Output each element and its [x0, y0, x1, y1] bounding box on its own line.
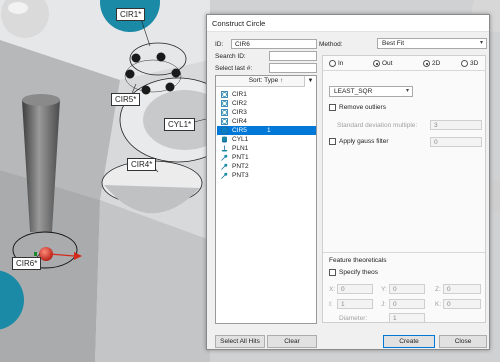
feature-list-item-label: PNT3 [232, 172, 249, 179]
j-field[interactable] [389, 299, 425, 309]
specify-theos-label: Specify theos [339, 269, 379, 276]
feature-list-item-label: PLN1 [232, 145, 249, 152]
id-field[interactable] [231, 39, 317, 49]
remove-outliers-checkbox[interactable] [329, 104, 336, 111]
label-cyl1[interactable]: CYL1* [164, 118, 196, 131]
sort-header[interactable]: Sort: Type ↑ [216, 76, 316, 87]
specify-theos-checkbox[interactable] [329, 269, 336, 276]
feature-list-item-label: CIR2 [232, 100, 247, 107]
feature-list-item[interactable]: PNT2 [217, 162, 316, 171]
label-cir5[interactable]: CIR5* [111, 93, 141, 106]
feature-list-item-label: CIR4 [232, 118, 247, 125]
method-settings-panel: In Out 2D 3D LEAST_SQR ▾ Remove outliers… [322, 55, 486, 323]
label-cir6[interactable]: CIR6* [12, 257, 42, 270]
gauss-filter-checkbox[interactable] [329, 138, 336, 145]
dialog-title: Construct Circle [212, 19, 266, 28]
chevron-down-icon: ▾ [479, 40, 483, 46]
y-label: Y: [381, 286, 387, 293]
dialog-title-bar[interactable]: Construct Circle [207, 15, 489, 32]
label-cir4[interactable]: CIR4* [127, 158, 157, 171]
gauss-filter-field[interactable] [430, 137, 482, 147]
algorithm-select[interactable]: LEAST_SQR ▾ [329, 86, 413, 97]
feature-list-item-label: PNT2 [232, 163, 249, 170]
x-field[interactable] [337, 284, 373, 294]
feature-list-item-label: CIR3 [232, 109, 247, 116]
feature-list-item[interactable]: CIR5 1 [217, 126, 316, 135]
select-last-label: Select last #: [215, 65, 253, 72]
feature-hit-count: 1 [267, 127, 271, 134]
feature-list-item[interactable]: PNT1 [217, 153, 316, 162]
x-label: X: [329, 286, 336, 293]
radio-out-label: Out [382, 60, 393, 67]
std-dev-field[interactable] [430, 120, 482, 130]
circle-feature-icon [221, 100, 228, 107]
id-label: ID: [215, 41, 224, 48]
i-label: I: [329, 301, 333, 308]
remove-outliers-label: Remove outliers [339, 104, 386, 111]
feature-list-item-label: PNT1 [232, 154, 249, 161]
feature-list-item[interactable]: CIR2 [217, 99, 316, 108]
i-field[interactable] [337, 299, 373, 309]
k-label: K: [435, 301, 442, 308]
feature-theoreticals-label: Feature theoreticals [329, 257, 387, 264]
radio-in-label: In [338, 60, 344, 67]
construct-circle-dialog: Construct Circle ID: Search ID: Select l… [206, 14, 490, 350]
radio-2d[interactable] [423, 60, 430, 67]
std-dev-label: Standard deviation multiple: [337, 122, 418, 129]
z-label: Z: [435, 286, 441, 293]
feature-list-item-label: CIR5 [232, 127, 247, 134]
feature-list-item[interactable]: CIR4 [217, 117, 316, 126]
feature-list-item[interactable]: CIR3 [217, 108, 316, 117]
point-feature-icon [221, 163, 228, 170]
method-value: Best Fit [382, 40, 405, 47]
circle-feature-icon [221, 91, 228, 98]
radio-out[interactable] [373, 60, 380, 67]
feature-list-item[interactable]: CIR1 [217, 90, 316, 99]
select-all-hits-button[interactable]: Select All Hits [215, 335, 265, 348]
feature-list[interactable]: Sort: Type ↑ ▼ CIR1 CIR2 CIR3 CIR4 CIR5 1 CYL1… [215, 75, 317, 324]
gauss-filter-label: Apply gauss filter [339, 138, 389, 145]
radio-in[interactable] [329, 60, 336, 67]
diameter-label: Diameter: [339, 315, 368, 322]
algorithm-value: LEAST_SQR [334, 88, 373, 95]
create-button[interactable]: Create [383, 335, 435, 348]
circle-feature-icon [221, 127, 228, 134]
feature-list-item[interactable]: PNT3 [217, 171, 316, 180]
point-feature-icon [221, 154, 228, 161]
close-button[interactable]: Close [439, 335, 487, 348]
method-label: Method: [319, 41, 343, 48]
y-field[interactable] [389, 284, 425, 294]
sort-label: Sort: Type ↑ [248, 77, 284, 84]
method-select[interactable]: Best Fit ▾ [377, 38, 487, 49]
chevron-down-icon: ▾ [405, 88, 409, 94]
radio-separator [323, 70, 485, 71]
cylinder-feature-icon [221, 136, 228, 143]
radio-2d-label: 2D [432, 60, 441, 67]
select-last-input[interactable] [269, 63, 317, 73]
point-feature-icon [221, 172, 228, 179]
radio-3d-label: 3D [470, 60, 479, 67]
search-id-input[interactable] [269, 51, 317, 61]
feature-list-item-label: CYL1 [232, 136, 249, 143]
radio-3d[interactable] [461, 60, 468, 67]
sort-dropdown-button[interactable]: ▼ [304, 76, 316, 87]
circle-feature-icon [221, 118, 228, 125]
label-cir1[interactable]: CIR1* [116, 8, 146, 21]
clear-button[interactable]: Clear [267, 335, 317, 348]
theo-separator [323, 252, 485, 253]
feature-list-item[interactable]: CYL1 [217, 135, 316, 144]
z-field[interactable] [443, 284, 481, 294]
k-field[interactable] [443, 299, 481, 309]
feature-list-item[interactable]: PLN1 [217, 144, 316, 153]
j-label: J: [381, 301, 387, 308]
search-id-label: Search ID: [215, 53, 246, 60]
diameter-field[interactable] [389, 313, 425, 323]
plane-feature-icon [221, 145, 228, 152]
circle-feature-icon [221, 109, 228, 116]
feature-list-item-label: CIR1 [232, 91, 247, 98]
